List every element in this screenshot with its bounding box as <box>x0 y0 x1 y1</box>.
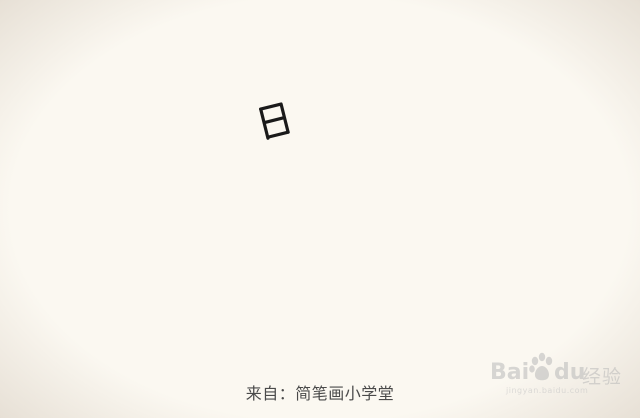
watermark-brand-jingyan: 经验 <box>582 366 623 388</box>
watermark-brand-bai: Bai <box>490 360 530 385</box>
watermark-brand-du: du <box>554 360 586 385</box>
character-bottom-stroke <box>267 130 290 139</box>
baidu-paw-icon <box>529 352 553 381</box>
sun-character-drawing <box>259 102 290 140</box>
character-middle-stroke <box>263 116 286 125</box>
baidu-jingyan-watermark: Bai du 经验 jingyan.baidu.com <box>490 352 640 398</box>
image-canvas: 来自：简笔画小学堂 Bai du 经验 jingyan.baidu.com <box>0 0 640 418</box>
watermark-url: jingyan.baidu.com <box>506 386 589 395</box>
